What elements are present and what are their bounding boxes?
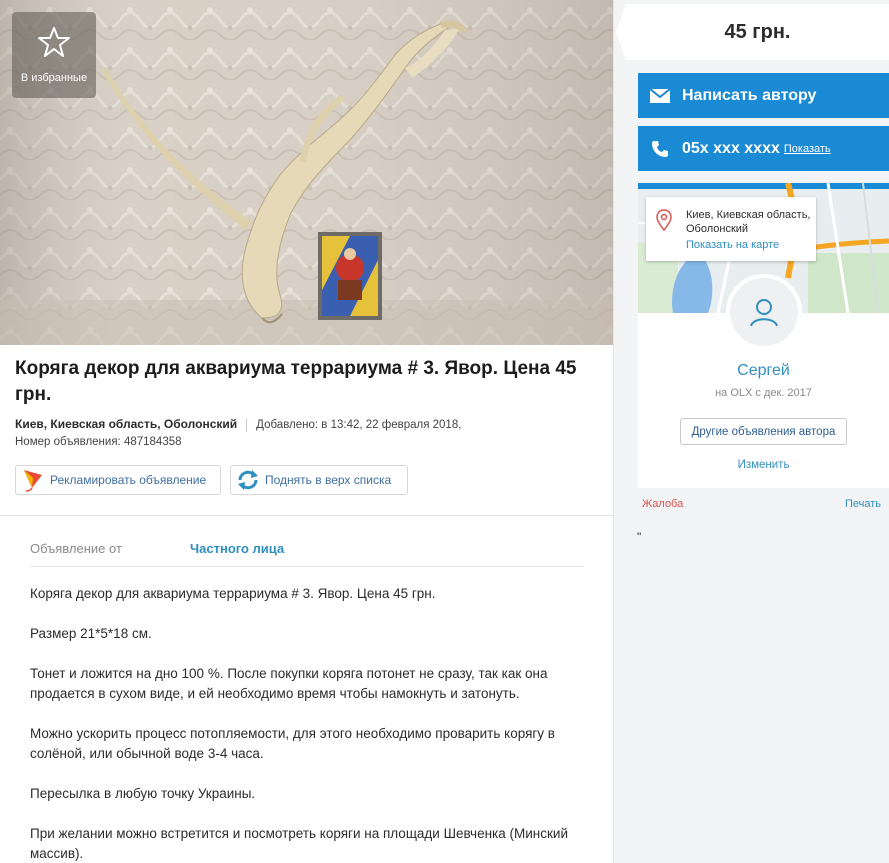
- location-line: Киев, Киевская область,: [686, 209, 811, 221]
- ad-page: В избранные Коряга декор для аквариума т…: [0, 0, 889, 863]
- ad-added-date: Добавлено: в 13:42, 22 февраля 2018,: [256, 419, 462, 431]
- ad-photo[interactable]: В избранные: [0, 0, 614, 345]
- refresh-icon: [231, 466, 265, 494]
- message-author-label: Написать автору: [682, 86, 817, 104]
- description-paragraph: Коряга декор для аквариума террариума # …: [30, 586, 436, 601]
- seller-since: на OLX с дек. 2017: [715, 387, 812, 399]
- star-icon: [38, 27, 70, 57]
- print-link[interactable]: Печать: [845, 498, 881, 510]
- phone-button[interactable]: 05х ххх хххх Показать: [638, 126, 889, 171]
- section-divider: [0, 515, 614, 516]
- description-paragraph: Размер 21*5*18 см.: [30, 626, 152, 641]
- description-paragraph: Можно ускорить процесс потопляемости, дл…: [30, 726, 555, 761]
- message-author-button[interactable]: Написать автору: [638, 73, 889, 118]
- ad-number: Номер объявления: 487184358: [15, 436, 182, 448]
- user-icon: [750, 299, 778, 327]
- location-address: Киев, Киевская область, Оболонский: [686, 208, 826, 236]
- seller-card: Киев, Киевская область, Оболонский Показ…: [638, 183, 889, 488]
- phone-number: 05х ххх хххх: [682, 139, 780, 157]
- param-row: Объявление от Частного лица: [30, 539, 584, 567]
- change-link[interactable]: Изменить: [638, 459, 889, 471]
- avatar: [726, 274, 802, 350]
- map-pin-icon: [656, 209, 672, 231]
- param-key: Объявление от: [30, 541, 122, 556]
- phone-icon: [638, 140, 682, 158]
- favorites-label: В избранные: [20, 72, 88, 84]
- show-phone-link[interactable]: Показать: [784, 143, 831, 155]
- raise-ad-button[interactable]: Поднять в верх списка: [230, 465, 408, 495]
- raise-ad-label: Поднять в верх списка: [265, 473, 392, 487]
- ad-meta: Киев, Киевская область, Оболонский Добавл…: [15, 416, 461, 433]
- stray-mark: ": [637, 530, 642, 544]
- price-label: 45 грн.: [616, 4, 889, 60]
- ad-description: Коряга декор для аквариума террариума # …: [30, 584, 590, 863]
- meta-divider: [246, 417, 248, 432]
- ad-title: Коряга декор для аквариума террариума # …: [15, 358, 577, 405]
- location-popup: Киев, Киевская область, Оболонский Показ…: [646, 197, 816, 261]
- show-on-map-link[interactable]: Показать на карте: [686, 238, 779, 252]
- other-ads-button[interactable]: Другие объявления автора: [680, 418, 847, 445]
- column-divider: [613, 0, 614, 863]
- promote-ad-button[interactable]: Рекламировать объявление: [15, 465, 221, 495]
- description-paragraph: Тонет и ложится на дно 100 %. После поку…: [30, 666, 548, 701]
- location-line: Оболонский: [686, 223, 749, 235]
- complaint-link[interactable]: Жалоба: [642, 498, 683, 510]
- ad-location[interactable]: Киев, Киевская область, Оболонский: [15, 417, 237, 431]
- description-paragraph: При желании можно встретится и посмотрет…: [30, 826, 568, 861]
- seller-name[interactable]: Сергей: [638, 362, 889, 380]
- description-paragraph: Пересылка в любую точку Украины.: [30, 786, 256, 801]
- kite-icon: [16, 466, 50, 494]
- add-to-favorites-button[interactable]: В избранные: [12, 12, 96, 98]
- promote-ad-label: Рекламировать объявление: [50, 473, 207, 487]
- param-value-link[interactable]: Частного лица: [190, 541, 284, 556]
- envelope-icon: [638, 88, 682, 103]
